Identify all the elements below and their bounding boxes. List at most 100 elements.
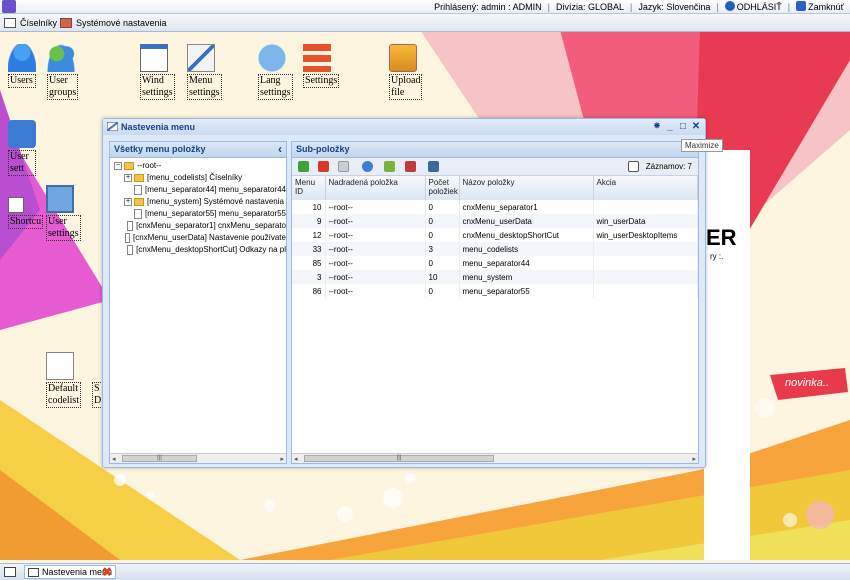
menu-tree-panel: Všetky menu položky ‹ − --root-- + [menu_cod… (109, 141, 287, 464)
menu-window-icon (107, 122, 118, 131)
expand-toggle-icon[interactable]: + (124, 174, 132, 182)
column-header[interactable]: Menu ID (292, 176, 326, 200)
table-cell: 12 (292, 228, 326, 242)
scroll-left-arrow[interactable]: ◂ (112, 455, 116, 463)
division: Divízia: GLOBAL (555, 1, 625, 12)
lock-button[interactable]: Zamknúť (796, 1, 844, 12)
logged-in-user: Prihlásený: admin : ADMIN (434, 1, 542, 12)
desktop-icon-wind-settings[interactable]: Wind settings (140, 44, 176, 100)
pin-button[interactable]: ⁕ (652, 121, 662, 132)
tree-horizontal-scrollbar[interactable]: ◂ ||| ▸ (110, 453, 286, 463)
column-header[interactable]: Nadradená položka (325, 176, 426, 200)
table-cell: 3 (425, 242, 460, 256)
speech-bubble-icon (258, 44, 286, 72)
table-row[interactable]: 10 --root-- 0 cnxMenu_separator1 (292, 200, 698, 214)
refresh-icon[interactable] (362, 161, 373, 172)
tree-node-label: --root-- (137, 161, 162, 170)
menu-codelists[interactable]: Číselníky (4, 16, 57, 30)
table-row[interactable]: 85 --root-- 0 menu_separator44 (292, 256, 698, 270)
table-cell (593, 256, 698, 270)
desktop-icon-shortcut[interactable]: Shortcu (8, 197, 44, 229)
desktop-icon-lang-settings[interactable]: Lang settings (258, 44, 294, 100)
desktop-icon-menu-settings[interactable]: Menu settings (187, 44, 223, 100)
table-cell: 10 (425, 270, 460, 284)
delete-icon[interactable] (318, 161, 329, 172)
export-icon[interactable] (428, 161, 439, 172)
close-all-icon[interactable]: ✖ (102, 565, 112, 579)
tree-node[interactable]: [cnxMenu_desktopShortCut] Odkazy na pl (114, 244, 286, 256)
edit-icon[interactable] (338, 161, 349, 172)
shortcut-icon[interactable] (628, 161, 639, 172)
table-row[interactable]: 3 --root-- 10 menu_system (292, 270, 698, 284)
logout-button[interactable]: ODHLÁSIŤ (724, 1, 782, 12)
maximize-button[interactable]: □ (678, 121, 688, 132)
table-row[interactable]: 12 --root-- 0 cnxMenu_desktopShortCut win_us… (292, 228, 698, 242)
page-icon (134, 185, 142, 195)
tree-node-label: [cnxMenu_userData] Nastavenie používate (133, 233, 286, 242)
scroll-right-arrow[interactable]: ▸ (280, 455, 284, 463)
table-cell: --root-- (325, 270, 426, 284)
menu-system-settings[interactable]: Systémové nastavenia (60, 16, 167, 30)
table-row[interactable]: 9 --root-- 0 cnxMenu_userData win_userData (292, 214, 698, 228)
desktop-icon-users[interactable]: Users (8, 44, 44, 88)
minimize-button[interactable]: _ (665, 121, 675, 132)
table-cell: menu_separator55 (459, 284, 594, 298)
tree-root-node[interactable]: − --root-- (114, 160, 286, 172)
column-header[interactable]: Počet položiek (425, 176, 460, 200)
table-cell (593, 242, 698, 256)
expand-toggle-icon[interactable]: − (114, 162, 122, 170)
tree-node-label: [menu_system] Systémové nastavenia (147, 197, 284, 206)
window-title-bar[interactable]: Nastevenia menu ⁕ _ □ ✕ (103, 119, 705, 135)
promo-subtext: ry :. (710, 252, 724, 261)
tree-node[interactable]: [menu_separator55] menu_separator55 (114, 208, 286, 220)
column-header[interactable]: Akcia (593, 176, 698, 200)
table-row[interactable]: 33 --root-- 3 menu_codelists (292, 242, 698, 256)
tree-node[interactable]: + [menu_system] Systémové nastavenia (114, 196, 286, 208)
clear-filter-icon[interactable] (405, 161, 416, 172)
table-header-row: Menu ID Nadradená položka Počet položiek… (292, 176, 698, 200)
desktop-icon-user-sett[interactable]: User sett (8, 120, 44, 176)
filter-icon[interactable] (384, 161, 395, 172)
table-cell: 3 (292, 270, 326, 284)
table-cell: cnxMenu_desktopShortCut (459, 228, 594, 242)
scroll-left-arrow[interactable]: ◂ (294, 455, 298, 463)
shortcut-icon (8, 197, 24, 213)
page-icon (127, 245, 134, 255)
tree-node[interactable]: [menu_separator44] menu_separator44 (114, 184, 286, 196)
desktop-icon-user-groups[interactable]: User groups (47, 44, 83, 100)
expand-toggle-icon[interactable]: + (124, 198, 132, 206)
collapse-panel-button[interactable]: ‹ (278, 142, 282, 156)
folder-icon (124, 162, 134, 170)
table-cell: --root-- (325, 228, 426, 242)
table-horizontal-scrollbar[interactable]: ◂ ||| ▸ (292, 453, 698, 463)
show-desktop-button[interactable] (4, 565, 16, 579)
subitems-table: Menu ID Nadradená položka Počet položiek… (292, 176, 698, 298)
tree-node[interactable]: + [menu_codelists] Číselníky (114, 172, 286, 184)
table-cell: 10 (292, 200, 326, 214)
column-header[interactable]: Názov položky (459, 176, 594, 200)
desktop-icon-settings[interactable]: Settings (303, 44, 340, 88)
tree-node-label: [cnxMenu_desktopShortCut] Odkazy na pl (136, 245, 286, 254)
desktop-icon-upload-file[interactable]: Upload file (389, 44, 425, 100)
table-row[interactable]: 86 --root-- 0 menu_separator55 (292, 284, 698, 298)
table-cell: --root-- (325, 200, 426, 214)
promo-tag: novinka.. (785, 377, 830, 389)
scroll-thumb[interactable]: ||| (122, 455, 197, 462)
desktop-icon-default-codelist[interactable]: Default codelist (46, 352, 82, 408)
table-cell: menu_system (459, 270, 594, 284)
table-cell: --root-- (325, 242, 426, 256)
main-menu-bar: Číselníky Systémové nastavenia (0, 14, 850, 32)
settings-menu-icon (60, 18, 72, 28)
power-icon (724, 1, 735, 11)
taskbar: Nastevenia menu ✖ (0, 563, 850, 580)
scroll-right-arrow[interactable]: ▸ (692, 455, 696, 463)
close-window-button[interactable]: ✕ (691, 121, 701, 132)
tree-node[interactable]: [cnxMenu_separator1] cnxMenu_separato (114, 220, 286, 232)
add-icon[interactable] (298, 161, 309, 172)
table-cell: 33 (292, 242, 326, 256)
table-cell: --root-- (325, 284, 426, 298)
desktop-icon-user-settings[interactable]: User settings (46, 185, 82, 241)
tree-node[interactable]: [cnxMenu_userData] Nastavenie používate (114, 232, 286, 244)
scroll-thumb[interactable]: ||| (304, 455, 494, 462)
table-cell: win_userDesktopItems (593, 228, 698, 242)
